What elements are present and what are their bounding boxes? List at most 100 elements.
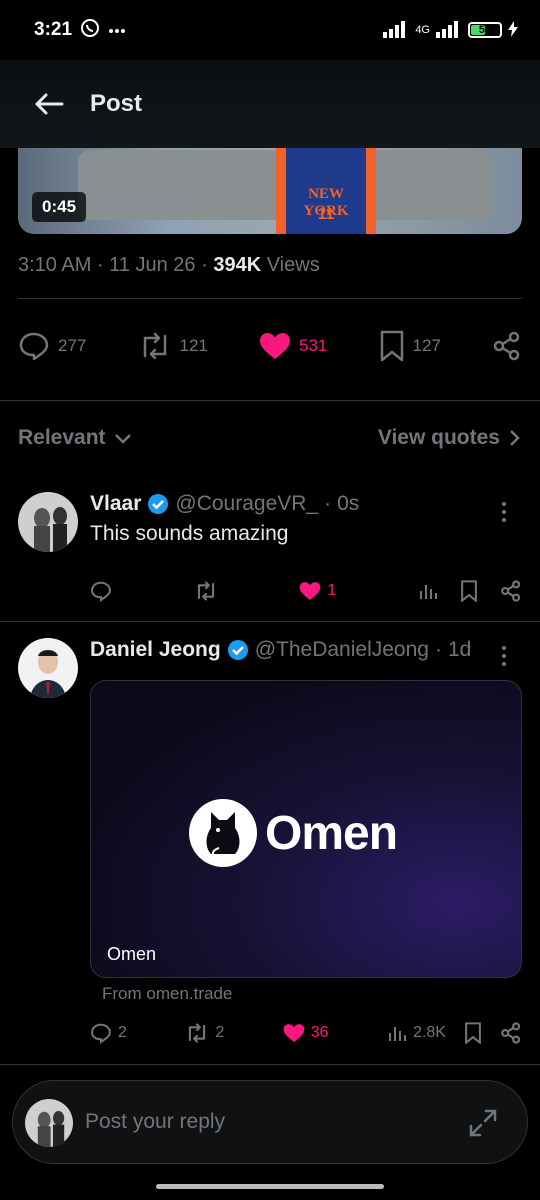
more-vertical-icon (502, 646, 506, 666)
reply-filter-bar: Relevant View quotes (18, 420, 522, 456)
like-button[interactable]: 36 (283, 1023, 329, 1043)
bookmark-button[interactable] (464, 1022, 482, 1044)
display-name[interactable]: Daniel Jeong (90, 638, 221, 662)
reply-action-bar: 1 (90, 580, 522, 602)
bookmark-count: 127 (412, 336, 441, 355)
repost-count: 121 (179, 336, 208, 355)
more-options-button[interactable] (494, 644, 514, 668)
view-quotes-link[interactable]: View quotes (378, 426, 522, 450)
display-name[interactable]: Vlaar (90, 492, 141, 516)
views-button[interactable] (418, 581, 438, 601)
video-subject: NEW YORK 11 (276, 144, 376, 234)
like-count: 1 (327, 582, 337, 599)
status-bar: 3:21 4G 51 (0, 0, 540, 60)
divider (0, 621, 540, 622)
analytics-icon (419, 585, 437, 599)
avatar[interactable] (18, 638, 78, 698)
network-label: 4G (415, 24, 430, 36)
heart-filled-icon (260, 333, 290, 359)
card-source[interactable]: From omen.trade (102, 984, 232, 1004)
repost-icon (197, 581, 214, 601)
reply-action-bar: 2 2 36 2.8K (90, 1022, 522, 1044)
top-app-bar: Post (0, 60, 540, 148)
reply-time: 0s (337, 492, 360, 515)
reply-button[interactable] (90, 580, 112, 602)
reply-count: 2 (118, 1024, 127, 1041)
reply-action-group: 2.8K (387, 1022, 522, 1044)
repost-button[interactable]: 121 (138, 332, 208, 360)
like-count: 531 (299, 336, 328, 355)
views-count[interactable]: 394K (213, 254, 261, 276)
reply-icon (19, 332, 49, 361)
more-notifications-icon (108, 21, 126, 39)
gesture-home-bar[interactable] (156, 1184, 384, 1189)
reply-item[interactable]: Daniel Jeong @TheDanielJeong · 1d Omen O… (18, 638, 522, 1048)
divider (0, 400, 540, 401)
repost-icon (189, 1023, 206, 1043)
avatar[interactable] (18, 492, 78, 552)
expand-icon (469, 1109, 497, 1137)
bookmark-button[interactable]: 127 (379, 330, 441, 362)
views-button[interactable]: 2.8K (387, 1023, 446, 1043)
reply-composer[interactable]: Post your reply (12, 1080, 528, 1164)
share-button[interactable] (492, 331, 522, 361)
expand-composer-button[interactable] (467, 1107, 499, 1144)
charging-icon (508, 20, 518, 40)
sort-dropdown[interactable]: Relevant (18, 426, 132, 450)
status-time: 3:21 (34, 19, 73, 40)
signal-icon-2 (436, 20, 462, 41)
views-label: Views (266, 254, 320, 276)
reply-header: Daniel Jeong @TheDanielJeong · 1d (90, 638, 472, 662)
post-action-bar: 277 121 531 127 (18, 326, 522, 366)
heart-filled-icon (283, 1024, 305, 1042)
more-vertical-icon (502, 502, 506, 522)
like-count: 36 (310, 1024, 329, 1041)
bookmark-icon (461, 580, 477, 602)
bookmark-button[interactable] (460, 580, 478, 602)
video-duration: 0:45 (32, 192, 87, 222)
chevron-right-icon (510, 430, 520, 446)
view-quotes-label: View quotes (377, 426, 500, 449)
like-button[interactable]: 1 (299, 581, 336, 601)
card-caption: Omen (107, 944, 157, 964)
divider (0, 1064, 540, 1065)
share-icon (501, 1022, 521, 1044)
reply-icon (91, 581, 111, 602)
link-card[interactable]: Omen Omen (90, 680, 522, 978)
back-button[interactable] (32, 87, 66, 121)
verified-badge-icon (227, 640, 248, 660)
repost-button[interactable]: 2 (185, 1023, 224, 1043)
omen-cat-icon (189, 799, 257, 867)
verified-badge-icon (148, 494, 169, 514)
reply-item[interactable]: Vlaar @CourageVR_ · 0s This sounds amazi… (18, 492, 522, 612)
more-options-button[interactable] (494, 500, 514, 524)
reply-action-group (418, 580, 522, 602)
user-handle[interactable]: @CourageVR_ (175, 492, 318, 516)
analytics-icon (389, 1027, 407, 1041)
avatar (25, 1099, 73, 1147)
repost-icon (143, 332, 166, 360)
post-meta: 3:10 AM · 11 Jun 26 · 394K Views (18, 254, 320, 276)
repost-count: 2 (215, 1024, 225, 1041)
back-arrow-icon (35, 93, 64, 115)
reply-button[interactable]: 2 (90, 1022, 127, 1044)
signal-icon (383, 20, 409, 41)
share-button[interactable] (500, 1022, 522, 1044)
reply-button[interactable]: 277 (18, 331, 86, 361)
bookmark-icon (465, 1022, 481, 1044)
jersey-number: 11 (317, 206, 335, 223)
reply-input[interactable]: Post your reply (85, 1110, 225, 1134)
user-handle[interactable]: @TheDanielJeong (255, 638, 429, 662)
battery-level: 51 (478, 24, 492, 36)
views-count: 2.8K (413, 1024, 446, 1041)
reply-icon (91, 1023, 111, 1044)
omen-logo: Omen (189, 799, 398, 867)
battery-icon: 51 (468, 22, 502, 38)
share-button[interactable] (500, 580, 522, 602)
chevron-down-icon (114, 434, 131, 444)
like-button[interactable]: 531 (259, 332, 327, 360)
reply-count: 277 (58, 336, 87, 355)
repost-button[interactable] (194, 581, 218, 601)
reply-time: 1d (447, 638, 472, 661)
heart-filled-icon (300, 582, 321, 600)
